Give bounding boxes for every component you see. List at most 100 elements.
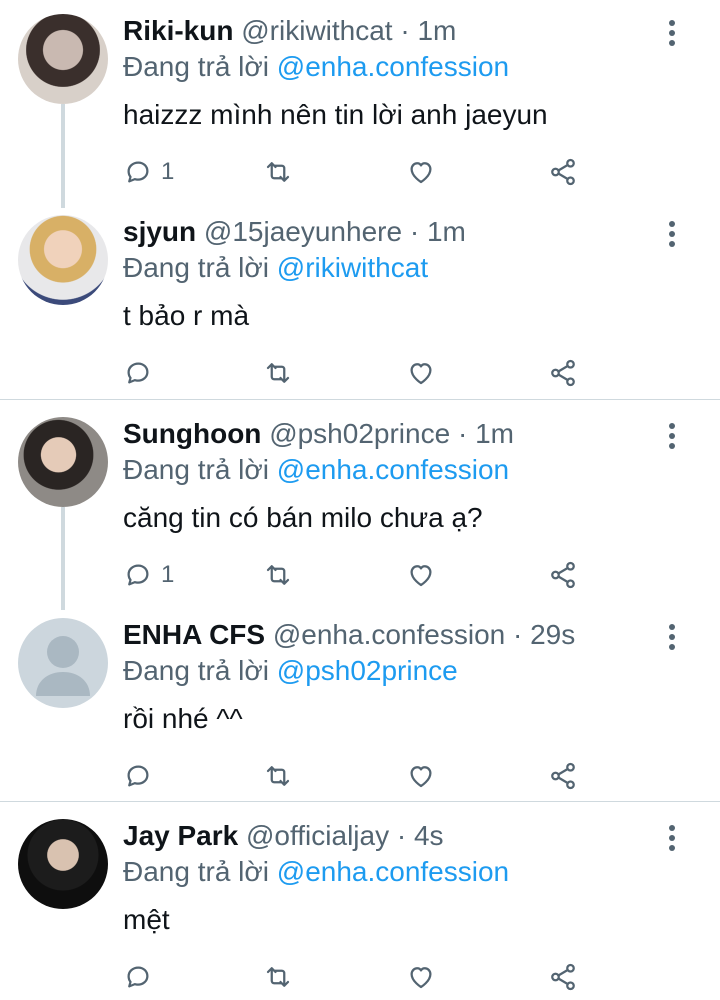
replying-to: Đang trả lời @rikiwithcat: [123, 252, 429, 283]
tweet[interactable]: Sunghoon @psh02prince · 1m Đang trả lời …: [0, 417, 720, 607]
reply-button[interactable]: [123, 353, 161, 393]
display-name[interactable]: Riki-kun: [123, 15, 233, 46]
heart-icon: [410, 363, 432, 385]
share-button[interactable]: [548, 756, 578, 796]
display-name[interactable]: Jay Park: [123, 820, 238, 851]
retweet-icon: [266, 967, 290, 987]
share-button[interactable]: [548, 353, 578, 393]
tweet[interactable]: Jay Park @officialjay · 4s Đang trả lời …: [0, 819, 720, 1000]
reply-to-handle[interactable]: @rikiwithcat: [277, 252, 428, 283]
heart-icon: [410, 967, 432, 989]
share-button[interactable]: [548, 957, 578, 997]
retweet-button[interactable]: [263, 353, 293, 393]
tweet-actions: [123, 957, 683, 997]
user-handle[interactable]: @15jaeyunhere: [204, 216, 402, 247]
divider: [0, 399, 720, 400]
timestamp[interactable]: 1m: [475, 418, 514, 449]
avatar[interactable]: [18, 819, 108, 909]
tweet-text: t bảo r mà: [123, 300, 250, 331]
timestamp[interactable]: 29s: [530, 619, 575, 650]
share-icon: [551, 158, 575, 186]
tweet-text: mệt: [123, 904, 170, 935]
like-button[interactable]: [406, 152, 436, 192]
more-options-icon[interactable]: [660, 16, 684, 50]
display-name[interactable]: Sunghoon: [123, 418, 261, 449]
replying-to: Đang trả lời @enha.confession: [123, 856, 510, 887]
retweet-button[interactable]: [263, 555, 293, 595]
default-avatar[interactable]: [18, 618, 108, 708]
reply-button[interactable]: 1: [123, 555, 174, 595]
more-options-icon[interactable]: [660, 620, 684, 654]
reply-to-handle[interactable]: @enha.confession: [277, 856, 509, 887]
replying-to: Đang trả lời @psh02prince: [123, 655, 458, 686]
retweet-button[interactable]: [263, 756, 293, 796]
timestamp[interactable]: 1m: [417, 15, 456, 46]
tweet-text: haizzz mình nên tin lời anh jaeyun: [123, 99, 548, 130]
tweet-text: căng tin có bán milo chưa ạ?: [123, 502, 483, 533]
tweet[interactable]: ENHA CFS @enha.confession · 29s Đang trả…: [0, 618, 720, 798]
replying-to: Đang trả lời @enha.confession: [123, 51, 510, 82]
tweet-header: Jay Park @officialjay · 4s: [123, 820, 444, 851]
retweet-button[interactable]: [263, 152, 293, 192]
retweet-icon: [266, 565, 290, 585]
heart-icon: [410, 766, 432, 788]
share-icon: [551, 359, 575, 387]
tweet[interactable]: sjyun @15jaeyunhere · 1m Đang trả lời @r…: [0, 215, 720, 395]
reply-icon: [127, 564, 149, 586]
more-options-icon[interactable]: [660, 217, 684, 251]
user-handle[interactable]: @psh02prince: [269, 418, 450, 449]
tweet-actions: [123, 353, 683, 393]
reply-icon: [127, 161, 149, 183]
share-icon: [551, 963, 575, 991]
display-name[interactable]: ENHA CFS: [123, 619, 265, 650]
heart-icon: [410, 565, 432, 587]
tweet[interactable]: Riki-kun @rikiwithcat · 1m Đang trả lời …: [0, 14, 720, 204]
retweet-icon: [266, 162, 290, 182]
share-button[interactable]: [548, 152, 578, 192]
reply-count: 1: [161, 158, 175, 185]
user-handle[interactable]: @officialjay: [246, 820, 389, 851]
like-button[interactable]: [406, 555, 436, 595]
replying-to: Đang trả lời @enha.confession: [123, 454, 510, 485]
reply-icon: [127, 765, 149, 787]
tweet-header: Sunghoon @psh02prince · 1m: [123, 418, 514, 449]
reply-icon: [127, 966, 149, 988]
tweet-header: sjyun @15jaeyunhere · 1m: [123, 216, 466, 247]
avatar[interactable]: [18, 14, 108, 104]
share-icon: [551, 561, 575, 589]
tweet-text: rồi nhé ^^: [123, 703, 243, 734]
share-button[interactable]: [548, 555, 578, 595]
tweet-actions: 1: [123, 555, 683, 595]
retweet-icon: [266, 766, 290, 786]
reply-to-handle[interactable]: @enha.confession: [277, 454, 509, 485]
heart-icon: [410, 162, 432, 184]
display-name[interactable]: sjyun: [123, 216, 196, 247]
share-icon: [551, 762, 575, 790]
more-options-icon[interactable]: [660, 821, 684, 855]
more-options-icon[interactable]: [660, 419, 684, 453]
reply-button[interactable]: 1: [123, 152, 174, 192]
retweet-button[interactable]: [263, 957, 293, 997]
like-button[interactable]: [406, 957, 436, 997]
reply-count: 1: [161, 561, 175, 588]
like-button[interactable]: [406, 756, 436, 796]
reply-icon: [127, 362, 149, 384]
avatar[interactable]: [18, 215, 108, 305]
reply-to-handle[interactable]: @psh02prince: [277, 655, 458, 686]
timestamp[interactable]: 4s: [414, 820, 444, 851]
user-handle[interactable]: @rikiwithcat: [241, 15, 392, 46]
reply-button[interactable]: [123, 756, 161, 796]
person-silhouette-icon: [36, 636, 90, 696]
like-button[interactable]: [406, 353, 436, 393]
tweet-actions: [123, 756, 683, 796]
retweet-icon: [266, 363, 290, 383]
tweet-header: ENHA CFS @enha.confession · 29s: [123, 619, 576, 650]
user-handle[interactable]: @enha.confession: [273, 619, 505, 650]
timestamp[interactable]: 1m: [427, 216, 466, 247]
divider: [0, 801, 720, 802]
avatar[interactable]: [18, 417, 108, 507]
tweet-actions: 1: [123, 152, 683, 192]
reply-button[interactable]: [123, 957, 161, 997]
tweet-header: Riki-kun @rikiwithcat · 1m: [123, 15, 457, 46]
reply-to-handle[interactable]: @enha.confession: [277, 51, 509, 82]
